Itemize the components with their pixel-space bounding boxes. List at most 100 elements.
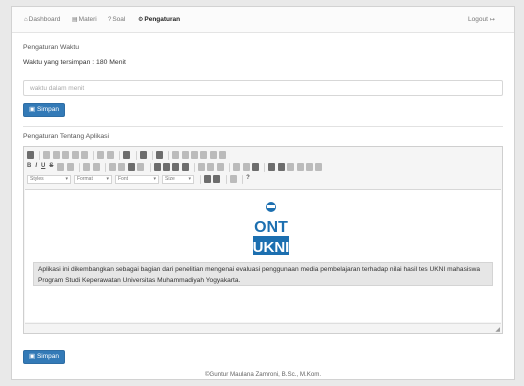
toolbar-separator <box>93 150 95 160</box>
image-icon[interactable] <box>268 163 276 171</box>
toolbar-separator <box>229 162 231 172</box>
toolbar-separator <box>39 150 41 160</box>
sign-out-icon: ↦ <box>489 17 495 23</box>
justify-icon[interactable] <box>181 163 189 171</box>
nav-soal[interactable]: ?Soal <box>108 16 125 23</box>
textarea-icon[interactable] <box>200 151 208 159</box>
editor-toolbar-row-1 <box>27 149 229 161</box>
ltr-icon[interactable] <box>198 163 206 171</box>
toolbar-separator <box>104 162 106 172</box>
time-input[interactable] <box>24 81 502 95</box>
time-input-wrapper <box>23 80 503 96</box>
bg-color-icon[interactable] <box>213 175 221 183</box>
section-divider <box>23 126 503 127</box>
rich-text-editor: B I U S Styles ▾ Format ▾ Font ▾ Size ▾ … <box>23 146 503 334</box>
question-icon: ? <box>108 17 112 23</box>
toolbar-separator <box>135 150 137 160</box>
indent-icon[interactable] <box>118 163 126 171</box>
editor-statusbar: ◢ <box>25 323 501 333</box>
iframe-icon[interactable] <box>315 163 323 171</box>
logo-text-ukni: UKNI <box>253 239 290 256</box>
paste-word-icon[interactable] <box>80 151 88 159</box>
size-dropdown[interactable]: Size <box>162 174 194 184</box>
language-icon[interactable] <box>216 163 224 171</box>
about-text-block: Aplikasi ini dikembangkan sebagai bagian… <box>33 262 493 286</box>
book-icon: ▤ <box>72 17 78 23</box>
format-dropdown[interactable]: Format <box>74 174 112 184</box>
nurse-cap-band <box>267 205 275 208</box>
toolbar-separator <box>225 174 227 184</box>
spellcheck-icon[interactable] <box>155 151 163 159</box>
time-settings-title: Pengaturan Waktu <box>23 44 80 51</box>
button-icon[interactable] <box>209 151 217 159</box>
unlink-icon[interactable] <box>242 163 250 171</box>
strike-icon[interactable]: S <box>49 163 53 171</box>
paste-text-icon[interactable] <box>71 151 79 159</box>
align-left-icon[interactable] <box>153 163 161 171</box>
paste-icon[interactable] <box>62 151 70 159</box>
blockquote-icon[interactable] <box>127 163 135 171</box>
resize-handle-icon[interactable]: ◢ <box>495 326 500 333</box>
toolbar-separator <box>151 150 153 160</box>
gears-icon: ⚙ <box>138 17 144 23</box>
save-icon: ▣ <box>29 353 36 360</box>
radio-icon[interactable] <box>181 151 189 159</box>
find-icon[interactable] <box>123 151 131 159</box>
toolbar-separator <box>194 162 196 172</box>
table-icon[interactable] <box>277 163 285 171</box>
hidden-field-icon[interactable] <box>219 151 227 159</box>
save-time-button[interactable]: ▣ Simpan <box>23 103 66 117</box>
save-about-button[interactable]: ▣ Simpan <box>23 350 66 364</box>
copy-icon[interactable] <box>52 151 60 159</box>
outdent-icon[interactable] <box>108 163 116 171</box>
toolbar-separator <box>119 150 121 160</box>
underline-icon[interactable]: U <box>41 163 45 171</box>
select-all-icon[interactable] <box>139 151 147 159</box>
logout-link[interactable]: Logout ↦ <box>468 16 496 23</box>
page-break-icon[interactable] <box>305 163 313 171</box>
remove-format-icon[interactable] <box>66 163 74 171</box>
styles-dropdown[interactable]: Styles <box>27 174 71 184</box>
form-icon[interactable] <box>172 151 180 159</box>
ont-ukni-logo: ONT UKNI <box>253 202 290 256</box>
about-settings-title: Pengaturan Tentang Aplikasi <box>23 133 110 140</box>
editor-toolbar-row-2: B I U S <box>27 161 325 173</box>
bulleted-list-icon[interactable] <box>92 163 100 171</box>
editor-content-area[interactable]: ONT UKNI Aplikasi ini dikembangkan sebag… <box>25 189 501 322</box>
nav-materi[interactable]: ▤Materi <box>72 16 97 23</box>
page-footer: ©Guntur Maulana Zamroni, B.Sc., M.Kom. <box>204 371 322 378</box>
nav-dashboard[interactable]: ⌂Dashboard <box>24 16 60 23</box>
special-char-icon[interactable] <box>296 163 304 171</box>
align-right-icon[interactable] <box>172 163 180 171</box>
align-center-icon[interactable] <box>162 163 170 171</box>
saved-time-text: Waktu yang tersimpan : 180 Menit <box>23 59 126 66</box>
source-icon[interactable] <box>27 151 34 159</box>
bold-icon[interactable]: B <box>27 163 31 171</box>
text-color-icon[interactable] <box>204 175 211 183</box>
div-icon[interactable] <box>137 163 145 171</box>
undo-icon[interactable] <box>97 151 105 159</box>
subscript-icon[interactable] <box>57 163 65 171</box>
save-icon: ▣ <box>29 106 36 113</box>
horizontal-line-icon[interactable] <box>287 163 295 171</box>
logo-text-ont: ONT <box>254 219 288 236</box>
nav-pengaturan[interactable]: ⚙Pengaturan <box>138 16 180 23</box>
font-dropdown[interactable]: Font <box>115 174 159 184</box>
rtl-icon[interactable] <box>207 163 215 171</box>
link-icon[interactable] <box>233 163 241 171</box>
toolbar-separator <box>149 162 151 172</box>
redo-icon[interactable] <box>106 151 114 159</box>
anchor-icon[interactable] <box>252 163 260 171</box>
toolbar-separator <box>242 174 244 184</box>
toolbar-separator <box>200 174 201 184</box>
admin-page: ⌂Dashboard ▤Materi ?Soal ⚙Pengaturan Log… <box>11 6 515 380</box>
textfield-icon[interactable] <box>191 151 199 159</box>
browser-frame: ⌂Dashboard ▤Materi ?Soal ⚙Pengaturan Log… <box>0 0 524 386</box>
italic-icon[interactable]: I <box>35 163 37 171</box>
maximize-icon[interactable] <box>229 175 237 183</box>
about-icon[interactable]: ? <box>246 175 250 183</box>
toolbar-separator <box>79 162 81 172</box>
cut-icon[interactable] <box>43 151 51 159</box>
numbered-list-icon[interactable] <box>83 163 91 171</box>
home-icon: ⌂ <box>24 17 28 23</box>
